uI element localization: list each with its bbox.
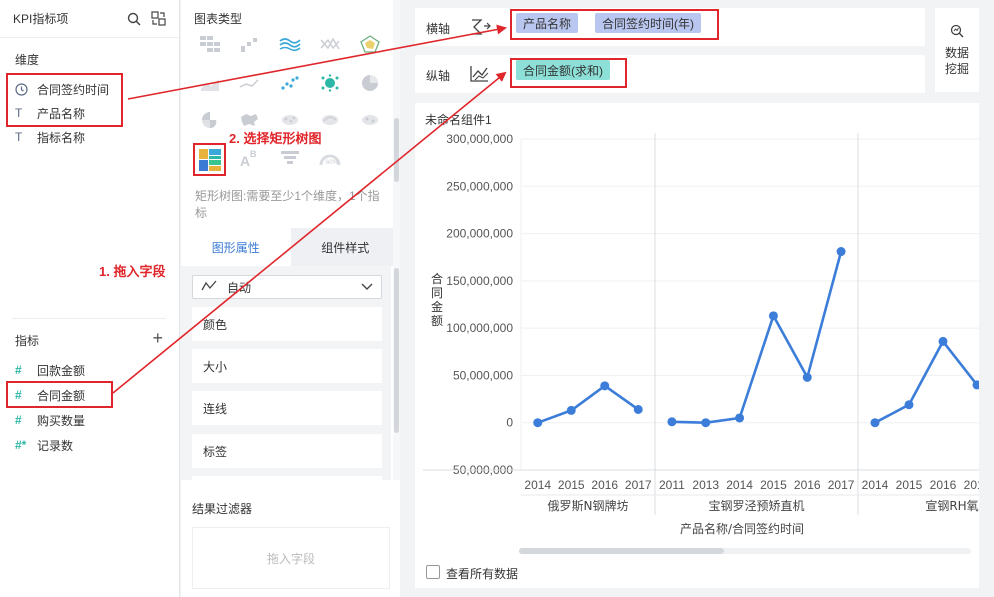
annotation-arrow-metric <box>112 71 507 394</box>
annotation-arrows <box>112 24 507 394</box>
annotation-arrow-dimensions <box>127 24 507 100</box>
